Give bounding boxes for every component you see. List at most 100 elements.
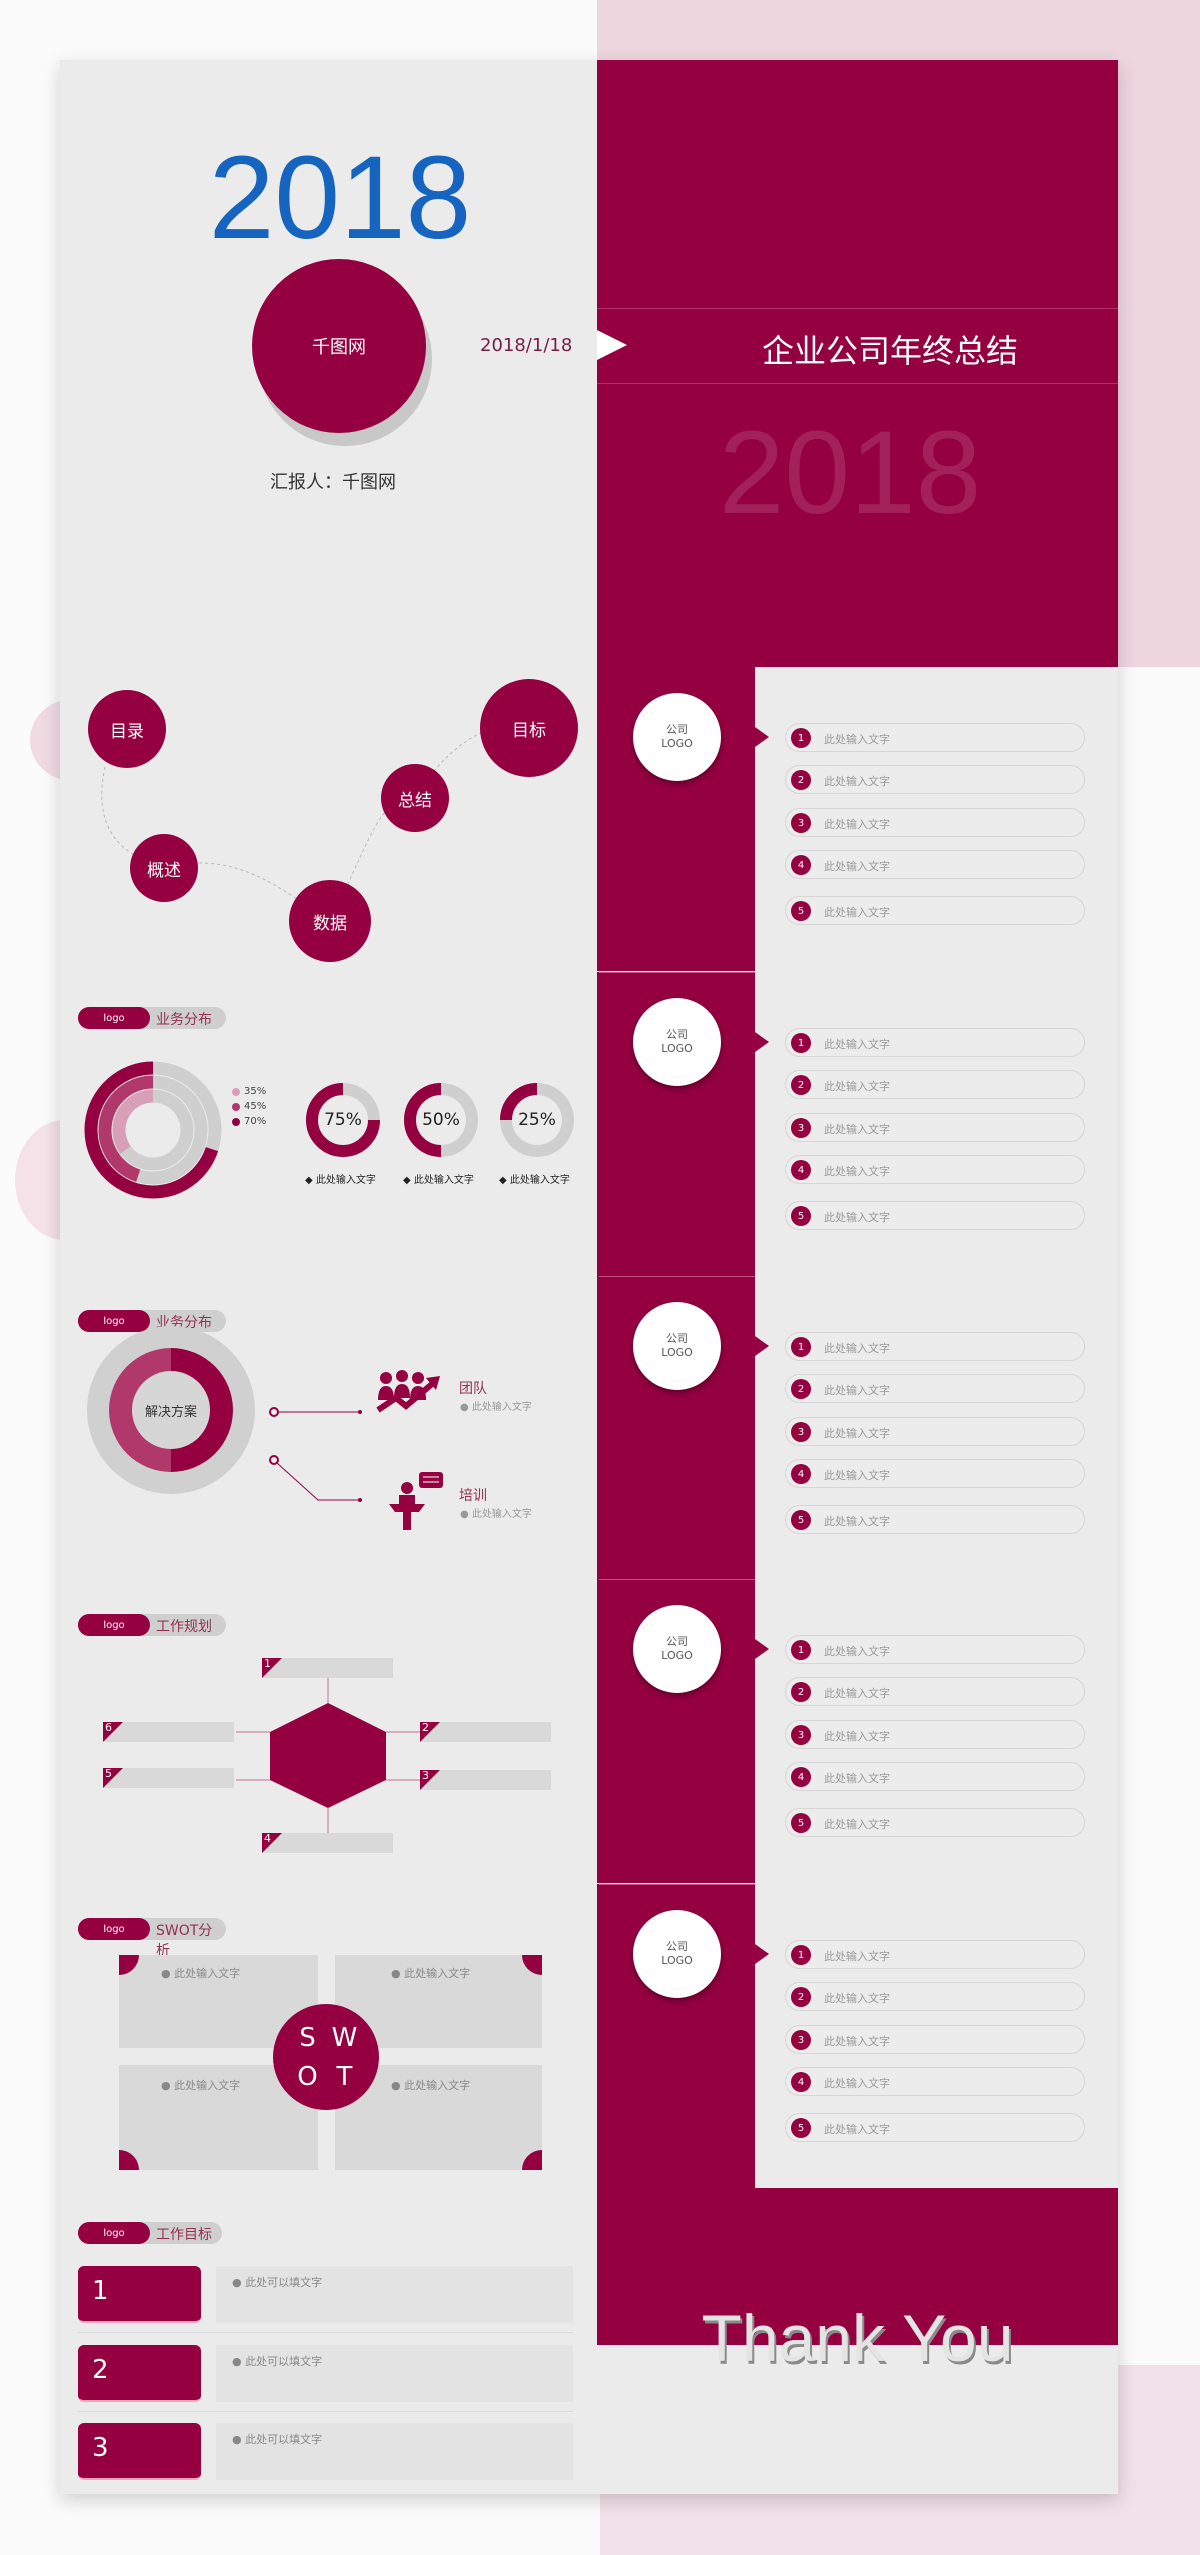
item-text: 此处输入文字 [824,2123,890,2136]
cover-title: 企业公司年终总结 [761,332,1018,370]
toc-item[interactable]: 目录 [88,690,166,768]
section-title: SWOT分析 [156,1923,213,1959]
toc-item[interactable]: 总结 [381,764,449,832]
outline-item[interactable]: 3 此处输入文字 [785,1113,1085,1142]
outline-item[interactable]: 3 此处输入文字 [785,808,1085,837]
goal-number: 2 [92,2355,109,2385]
pointer-arrow [755,727,769,747]
donut-label: 75% [324,1110,362,1130]
outline-item[interactable]: 1 此处输入文字 [785,723,1085,752]
outline-item[interactable]: 4 此处输入文字 [785,1155,1085,1184]
toc-item[interactable]: 数据 [289,880,371,962]
section-header-swot: logo SWOT分析 [78,1918,226,1959]
company-logo-text: 公司 LOGO [661,723,693,750]
legend-dot [232,1103,240,1111]
pointer-arrow [755,1032,769,1052]
outline-item[interactable]: 2 此处输入文字 [785,1070,1085,1099]
toc-item-label: 目录 [110,721,144,742]
item-text: 此处输入文字 [824,860,890,873]
company-logo-text: 公司 LOGO [661,1028,693,1055]
item-number: 4 [791,2072,811,2092]
outline-item[interactable]: 4 此处输入文字 [785,2067,1085,2096]
outline-item[interactable]: 4 此处输入文字 [785,1762,1085,1791]
cover-line [597,308,1118,309]
item-number: 4 [791,1767,811,1787]
item-number: 3 [791,1725,811,1745]
item-text: 此处输入文字 [824,1384,890,1397]
item-text: 此处输入文字 [824,1469,890,1482]
company-logo: 公司 LOGO [633,1302,721,1390]
swot-letter: S [299,2022,316,2053]
plan-number-flag: 3 [420,1769,440,1790]
outline-item[interactable]: 1 此处输入文字 [785,1635,1085,1664]
item-text: 此处输入文字 [824,1342,890,1355]
outline-item[interactable]: 5 此处输入文字 [785,2113,1085,2142]
outline-item[interactable]: 3 此处输入文字 [785,2025,1085,2054]
goal-text-box[interactable]: ● 此处可以填文字 [216,2266,573,2323]
section-divider [599,1579,755,1580]
item-number: 3 [791,2030,811,2050]
item-text: 此处输入文字 [824,1730,890,1743]
pointer-arrow [755,1944,769,1964]
item-number: 4 [791,1464,811,1484]
item-number: 1 [791,1640,811,1660]
toc-item[interactable]: 目标 [480,679,578,777]
outline-item[interactable]: 1 此处输入文字 [785,1028,1085,1057]
goal-number-box: 2 [78,2345,201,2402]
swot-text: ● 此处输入文字 [161,1967,241,1980]
outline-item[interactable]: 5 此处输入文字 [785,896,1085,925]
item-text: 此处输入文字 [824,1772,890,1785]
outline-item[interactable]: 5 此处输入文字 [785,1505,1085,1534]
outline-item[interactable]: 2 此处输入文字 [785,765,1085,794]
item-number: 2 [791,1379,811,1399]
toc-item-label: 总结 [398,790,432,811]
outline-item[interactable]: 1 此处输入文字 [785,1332,1085,1361]
outline-item[interactable]: 2 此处输入文字 [785,1677,1085,1706]
toc-item[interactable]: 概述 [130,834,198,902]
swot-text: ● 此处输入文字 [161,2079,241,2092]
item-text: ● 此处输入文字 [460,1509,532,1520]
plan-number: 5 [105,1767,112,1780]
item-text: 此处输入文字 [824,818,890,831]
donut-label: 25% [518,1110,556,1130]
item-text: 此处输入文字 [824,906,890,919]
section-divider [599,972,755,973]
goal-text-box[interactable]: ● 此处可以填文字 [216,2345,573,2402]
outline-item[interactable]: 2 此处输入文字 [785,1374,1085,1403]
section-title: 工作目标 [156,2227,212,2243]
plan-number-flag: 4 [262,1832,282,1853]
cover-line [597,383,1118,384]
toc-item-label: 数据 [313,913,347,934]
pointer-arrow [755,1639,769,1659]
presenter-icon [389,1472,443,1530]
item-number: 5 [791,1510,811,1530]
item-number: 4 [791,855,811,875]
section-divider [599,1884,755,1885]
goal-divider [78,2411,573,2412]
outline-item[interactable]: 3 此处输入文字 [785,1417,1085,1446]
company-logo-text: 公司 LOGO [661,1940,693,1967]
swot-letter: T [336,2061,353,2092]
item-number: 5 [791,2118,811,2138]
goal-text-box[interactable]: ● 此处可以填文字 [216,2423,573,2480]
plan-hexagon [270,1703,386,1808]
outline-item[interactable]: 4 此处输入文字 [785,1459,1085,1488]
item-text: 此处输入文字 [824,1818,890,1831]
outline-item[interactable]: 3 此处输入文字 [785,1720,1085,1749]
outline-item[interactable]: 5 此处输入文字 [785,1808,1085,1837]
outline-item[interactable]: 1 此处输入文字 [785,1940,1085,1969]
outline-item[interactable]: 2 此处输入文字 [785,1982,1085,2011]
item-text: 此处输入文字 [824,1645,890,1658]
donut-caption: ◆ 此处输入文字 [499,1175,570,1186]
item-number: 1 [791,1337,811,1357]
item-number: 2 [791,1682,811,1702]
plan-number: 3 [422,1769,429,1782]
swot-text: ● 此处输入文字 [391,1967,471,1980]
outline-item[interactable]: 5 此处输入文字 [785,1201,1085,1230]
item-title: 团队 [459,1381,487,1397]
item-text: 此处输入文字 [824,733,890,746]
item-text: 此处输入文字 [824,2035,890,2048]
logo-badge: logo [78,2222,150,2244]
item-number: 3 [791,813,811,833]
outline-item[interactable]: 4 此处输入文字 [785,850,1085,879]
